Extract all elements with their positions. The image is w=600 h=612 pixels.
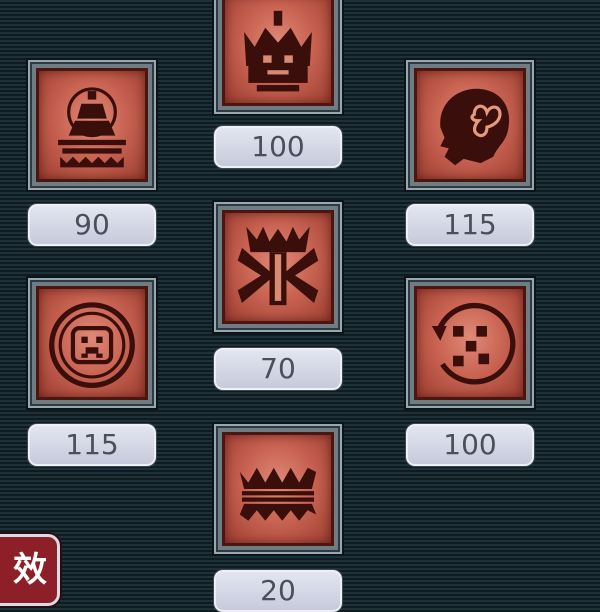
skill-value-pagoda: 90: [28, 204, 156, 246]
skill-value-head: 115: [406, 204, 534, 246]
dotted-circle-icon: [431, 302, 516, 385]
circle-sigil-icon: [49, 302, 135, 389]
skill-icon-fangs[interactable]: [214, 424, 342, 554]
mantis-claw-icon: [237, 226, 319, 306]
skill-icon-pagoda[interactable]: [28, 60, 156, 190]
head-butterfly-icon: [440, 88, 510, 166]
skill-icon-dotted-circle[interactable]: [406, 278, 534, 408]
skill-value-crown: 100: [214, 126, 342, 168]
skill-value-fangs: 20: [214, 570, 342, 612]
crown-icon: [244, 10, 312, 92]
skill-icon-circle-sigil[interactable]: [28, 278, 156, 408]
skill-icon-mantis[interactable]: [214, 202, 342, 332]
pagoda-icon: [58, 87, 126, 168]
skill-icon-head[interactable]: [406, 60, 534, 190]
effect-badge[interactable]: 效: [0, 534, 60, 606]
skill-value-mantis: 70: [214, 348, 342, 390]
fangs-icon: [239, 467, 317, 521]
skill-icon-crown[interactable]: [214, 0, 342, 114]
skill-value-dotted-circle: 100: [406, 424, 534, 466]
skill-value-circle-sigil: 115: [28, 424, 156, 466]
